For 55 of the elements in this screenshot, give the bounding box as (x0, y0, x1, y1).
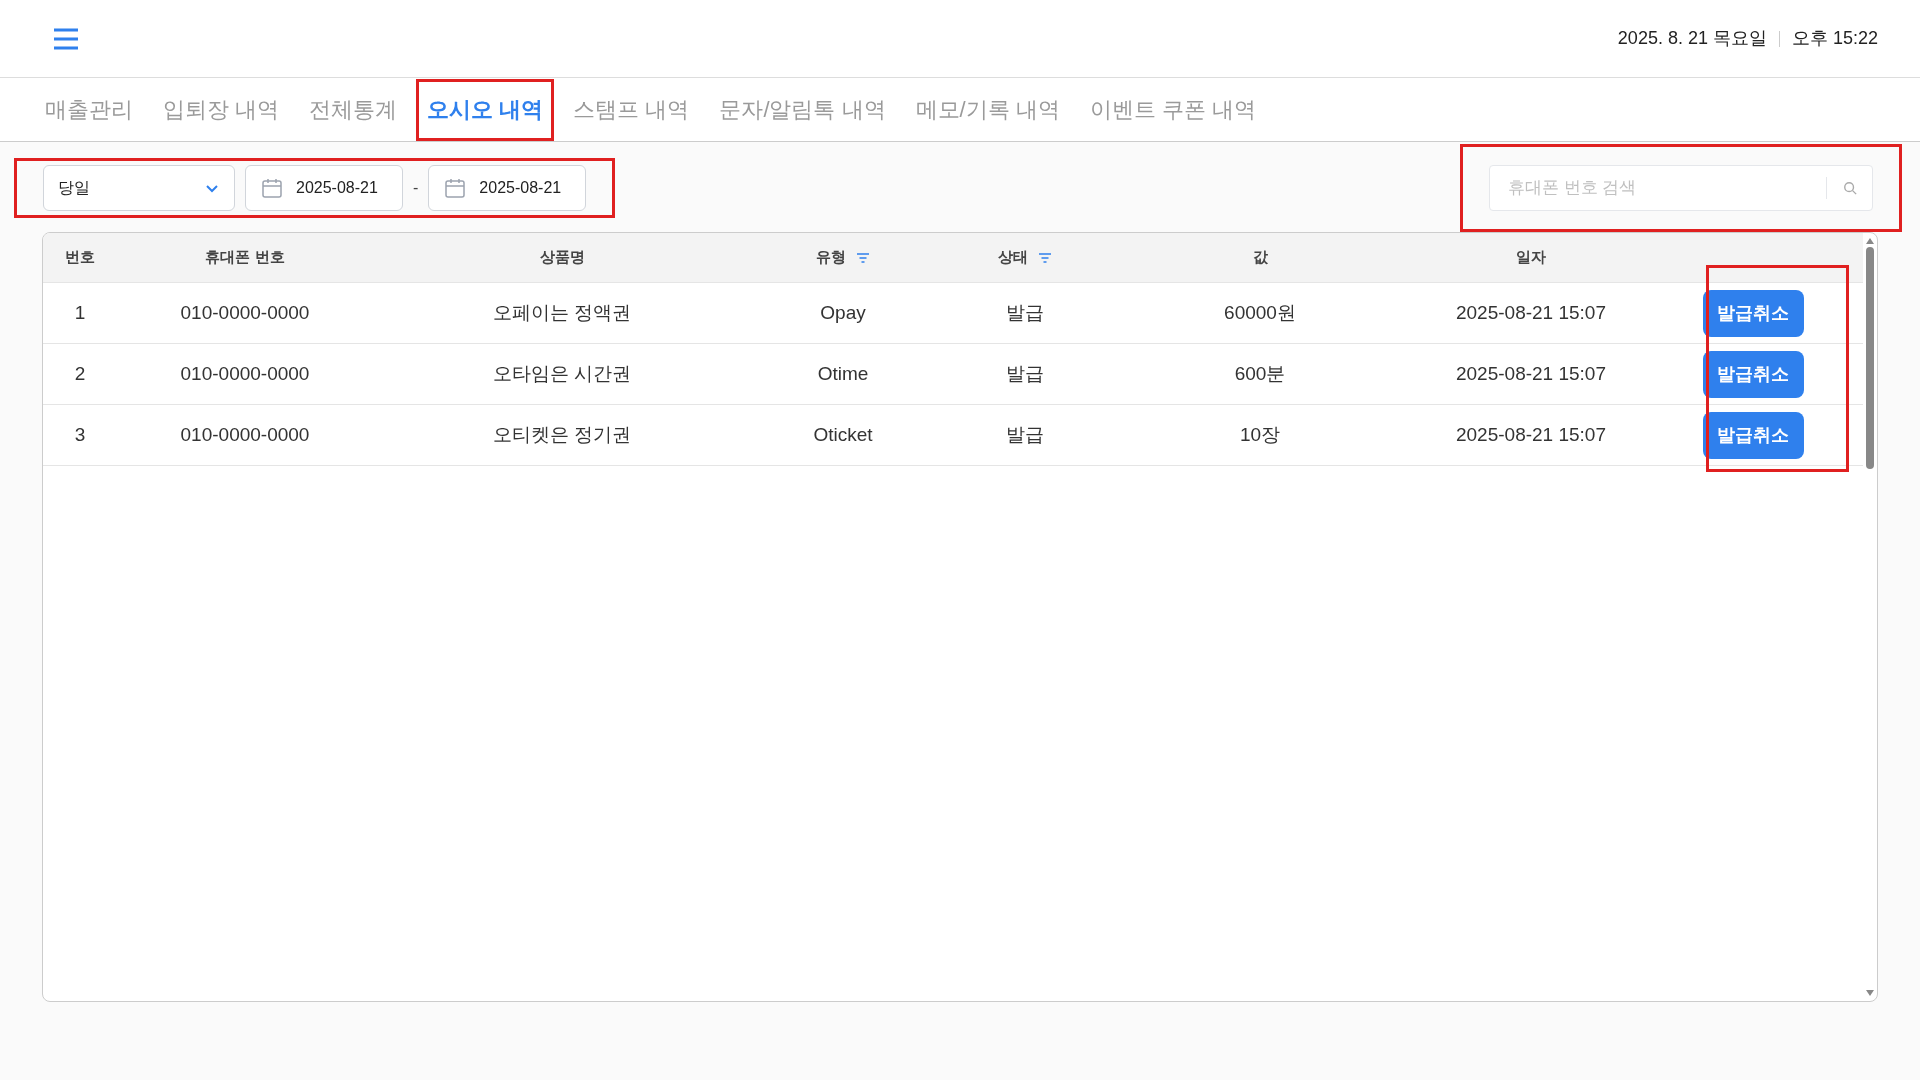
table-cell-text: Otime (817, 361, 869, 386)
menu-icon[interactable] (52, 26, 80, 51)
search-field[interactable]: 휴대폰 번호 검색 (1489, 165, 1873, 211)
column-header: 유형 (816, 247, 846, 268)
scroll-up-icon[interactable] (1865, 237, 1875, 245)
table-cell-text: 010-0000-0000 (180, 422, 310, 447)
table-cell-text: 3 (74, 422, 86, 447)
table-cell-text: 2025-08-21 15:07 (1456, 361, 1606, 386)
header-time: 오후 15:22 (1791, 27, 1878, 50)
calendar-icon (443, 176, 468, 200)
start-date-field[interactable]: 2025-08-21 (245, 165, 403, 211)
table-cell-text: Oticket (813, 422, 873, 447)
table-cell-text: 오페이는 정액권 (492, 300, 632, 325)
table-cell-text: 010-0000-0000 (180, 300, 310, 325)
table-cell-text: 600분 (1234, 361, 1286, 386)
table-cell-text: Opay (820, 300, 866, 325)
filter-icon[interactable] (1038, 251, 1052, 264)
table-cell-text: 10장 (1239, 422, 1281, 447)
column-header: 휴대폰 번호 (205, 247, 285, 268)
column-header: 상태 (998, 247, 1028, 268)
table-cell-text: 발급 (1006, 422, 1044, 447)
filter-icon[interactable] (856, 251, 870, 264)
nav-tab[interactable]: 입퇴장 내역 (152, 78, 291, 141)
nav-tab[interactable]: 스탬프 내역 (562, 78, 701, 141)
table-cell-text: 오티켓은 정기권 (492, 422, 632, 447)
scroll-down-icon[interactable] (1865, 989, 1875, 997)
table-cell-text: 60000원 (1224, 300, 1296, 325)
scrollbar-thumb[interactable] (1866, 247, 1874, 469)
nav-tab[interactable]: 매출관리 (34, 78, 144, 141)
nav-tab[interactable]: 전체통계 (298, 78, 409, 141)
table-cell-text: 2025-08-21 15:07 (1456, 422, 1606, 447)
nav-tab[interactable]: 오시오 내역 (416, 78, 555, 141)
header-date: 2025. 8. 21 목요일 (1617, 27, 1767, 50)
table-cell-text: 발급 (1006, 361, 1044, 386)
cancel-issue-button[interactable]: 발급취소 (1702, 411, 1804, 459)
period-dropdown[interactable]: 당일 (43, 165, 235, 211)
column-header: 상품명 (539, 247, 585, 268)
table-cell-text: 010-0000-0000 (180, 361, 310, 386)
search-icon[interactable] (1843, 181, 1857, 195)
nav-tab[interactable]: 메모/기록 내역 (904, 78, 1071, 141)
table-cell-text: 2025-08-21 15:07 (1456, 300, 1606, 325)
column-header: 일자 (1516, 247, 1546, 268)
cancel-issue-button[interactable]: 발급취소 (1702, 289, 1804, 337)
table-cell-text: 1 (74, 300, 86, 325)
cancel-issue-button[interactable]: 발급취소 (1702, 350, 1804, 398)
end-date-field[interactable]: 2025-08-21 (428, 165, 587, 211)
date-separator: - (413, 178, 419, 198)
column-header: 값 (1252, 247, 1268, 268)
nav-tab[interactable]: 문자/알림톡 내역 (708, 78, 897, 141)
calendar-icon (260, 176, 284, 200)
column-header: 번호 (65, 247, 95, 268)
nav-tab[interactable]: 이벤트 쿠폰 내역 (1078, 78, 1268, 141)
table-cell-text: 오타임은 시간권 (492, 361, 632, 386)
table-cell-text: 2 (74, 361, 86, 386)
table-cell-text: 발급 (1006, 300, 1044, 325)
